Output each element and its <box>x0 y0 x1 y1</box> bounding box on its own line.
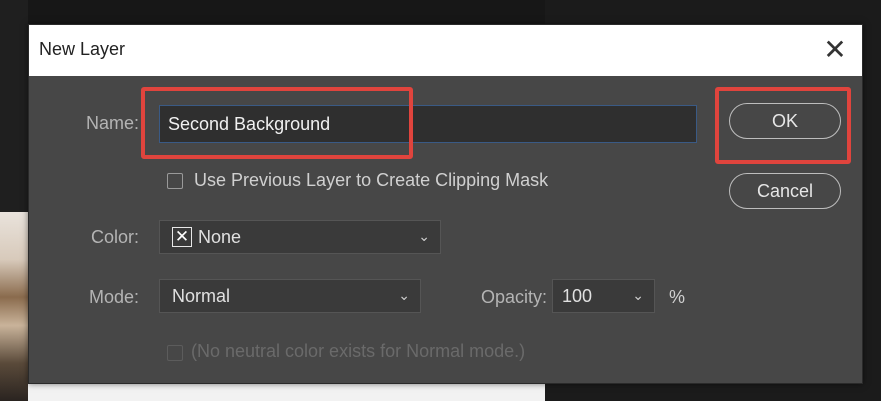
dialog-titlebar: New Layer ✕ <box>29 25 862 76</box>
opacity-unit: % <box>669 287 686 307</box>
mode-select[interactable]: Normal ⌄ <box>159 279 421 313</box>
mode-value: Normal <box>172 286 231 306</box>
background-photo-edge <box>0 212 28 401</box>
chevron-down-icon: ⌄ <box>398 287 410 303</box>
opacity-value: 100 <box>562 286 593 306</box>
dialog-title: New Layer <box>39 39 126 59</box>
cancel-button[interactable]: Cancel <box>729 173 841 209</box>
clipping-mask-label[interactable]: Use Previous Layer to Create Clipping Ma… <box>194 170 548 191</box>
clipping-mask-checkbox[interactable] <box>167 173 183 189</box>
background-canvas-bottom <box>28 384 545 401</box>
mode-label: Mode: <box>88 287 139 307</box>
name-label: Name: <box>85 113 139 133</box>
color-label: Color: <box>90 227 139 247</box>
color-value: None <box>198 227 242 247</box>
chevron-down-icon: ⌄ <box>418 228 430 244</box>
neutral-color-label: (No neutral color exists for Normal mode… <box>191 341 526 361</box>
color-select[interactable]: ✕ None ⌄ <box>159 220 441 254</box>
opacity-label: Opacity: <box>481 287 548 307</box>
chevron-down-icon: ⌄ <box>632 287 644 303</box>
x-box-icon: ✕ <box>172 227 192 247</box>
background-left <box>0 0 28 212</box>
opacity-select[interactable]: 100 ⌄ <box>552 279 655 313</box>
ok-button[interactable]: OK <box>729 103 841 139</box>
close-icon[interactable]: ✕ <box>816 31 854 69</box>
layer-name-input[interactable] <box>159 105 697 143</box>
new-layer-dialog: New Layer ✕ Name: Use Previous Layer to … <box>28 24 863 384</box>
neutral-color-checkbox <box>167 345 183 361</box>
